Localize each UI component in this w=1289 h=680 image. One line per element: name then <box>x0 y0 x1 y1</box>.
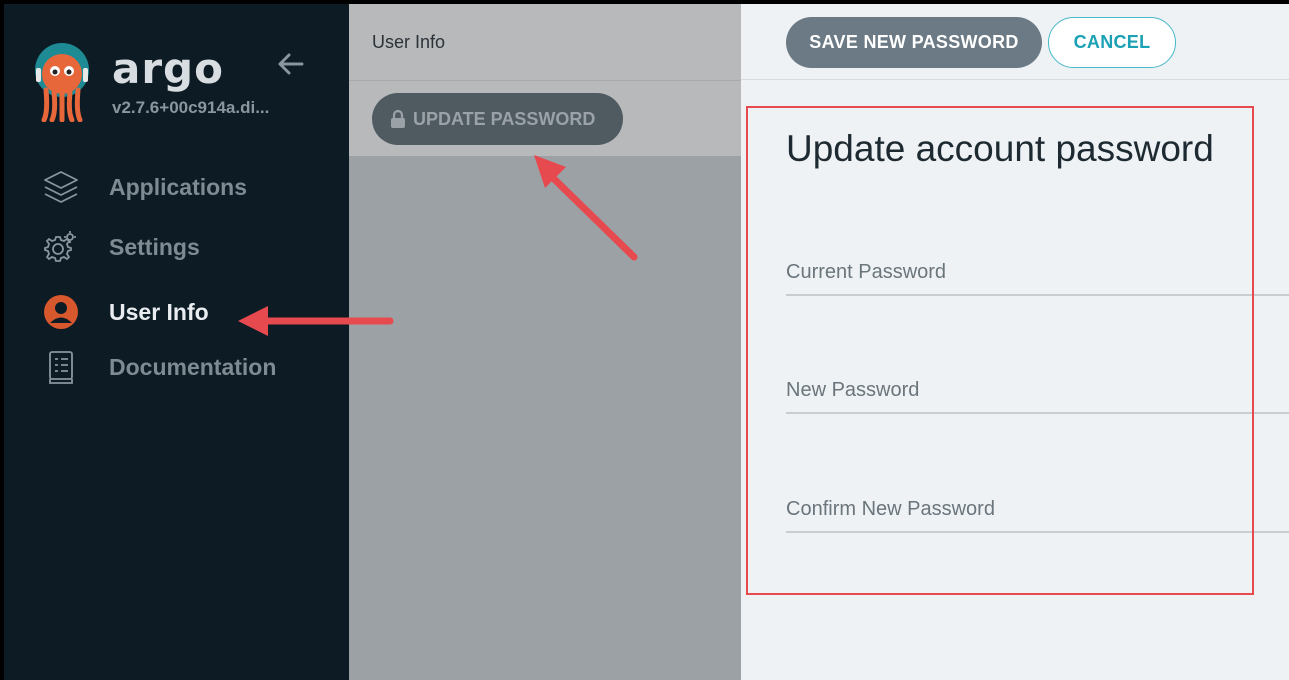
sidebar-item-documentation[interactable]: Documentation <box>40 344 340 390</box>
sidebar-item-label: Settings <box>109 233 200 260</box>
sidebar-item-settings[interactable]: Settings <box>40 224 340 270</box>
gear-icon <box>40 226 82 268</box>
document-icon <box>40 346 82 388</box>
confirm-password-field <box>786 489 1289 533</box>
sidebar-item-user-info[interactable]: User Info <box>40 289 340 335</box>
sidebar-item-label: Applications <box>109 173 248 200</box>
update-password-label: UPDATE PASSWORD <box>413 108 596 129</box>
new-password-field <box>786 370 1289 414</box>
collapse-arrow-icon[interactable] <box>274 48 306 80</box>
cancel-button[interactable]: CANCEL <box>1048 17 1176 68</box>
page-title: User Info <box>372 32 446 52</box>
confirm-password-input[interactable] <box>786 489 1289 529</box>
layers-icon <box>40 166 82 208</box>
new-password-input[interactable] <box>786 370 1289 410</box>
brand-name: argo <box>112 44 224 93</box>
sidebar: argo v2.7.6+00c914a.di... Applications S… <box>4 4 349 680</box>
password-form-panel: SAVE NEW PASSWORD CANCEL Update account … <box>741 4 1289 680</box>
sidebar-item-label: User Info <box>109 298 209 325</box>
app-frame: argo v2.7.6+00c914a.di... Applications S… <box>4 4 1289 680</box>
version-label: v2.7.6+00c914a.di... <box>112 98 270 117</box>
update-password-button[interactable]: UPDATE PASSWORD <box>372 93 623 145</box>
save-new-password-button[interactable]: SAVE NEW PASSWORD <box>786 17 1042 68</box>
current-password-field <box>786 252 1289 296</box>
user-info-header: User Info UPDATE PASSWORD <box>349 4 741 156</box>
current-password-input[interactable] <box>786 252 1289 292</box>
user-icon <box>40 291 82 333</box>
lock-icon <box>391 109 405 128</box>
sidebar-item-applications[interactable]: Applications <box>40 164 340 210</box>
form-title: Update account password <box>786 128 1214 169</box>
argo-logo-icon <box>35 43 89 122</box>
sidebar-item-label: Documentation <box>109 353 277 380</box>
form-toolbar: SAVE NEW PASSWORD CANCEL <box>741 4 1289 80</box>
user-info-panel: User Info UPDATE PASSWORD <box>349 4 741 680</box>
divider <box>349 80 741 81</box>
